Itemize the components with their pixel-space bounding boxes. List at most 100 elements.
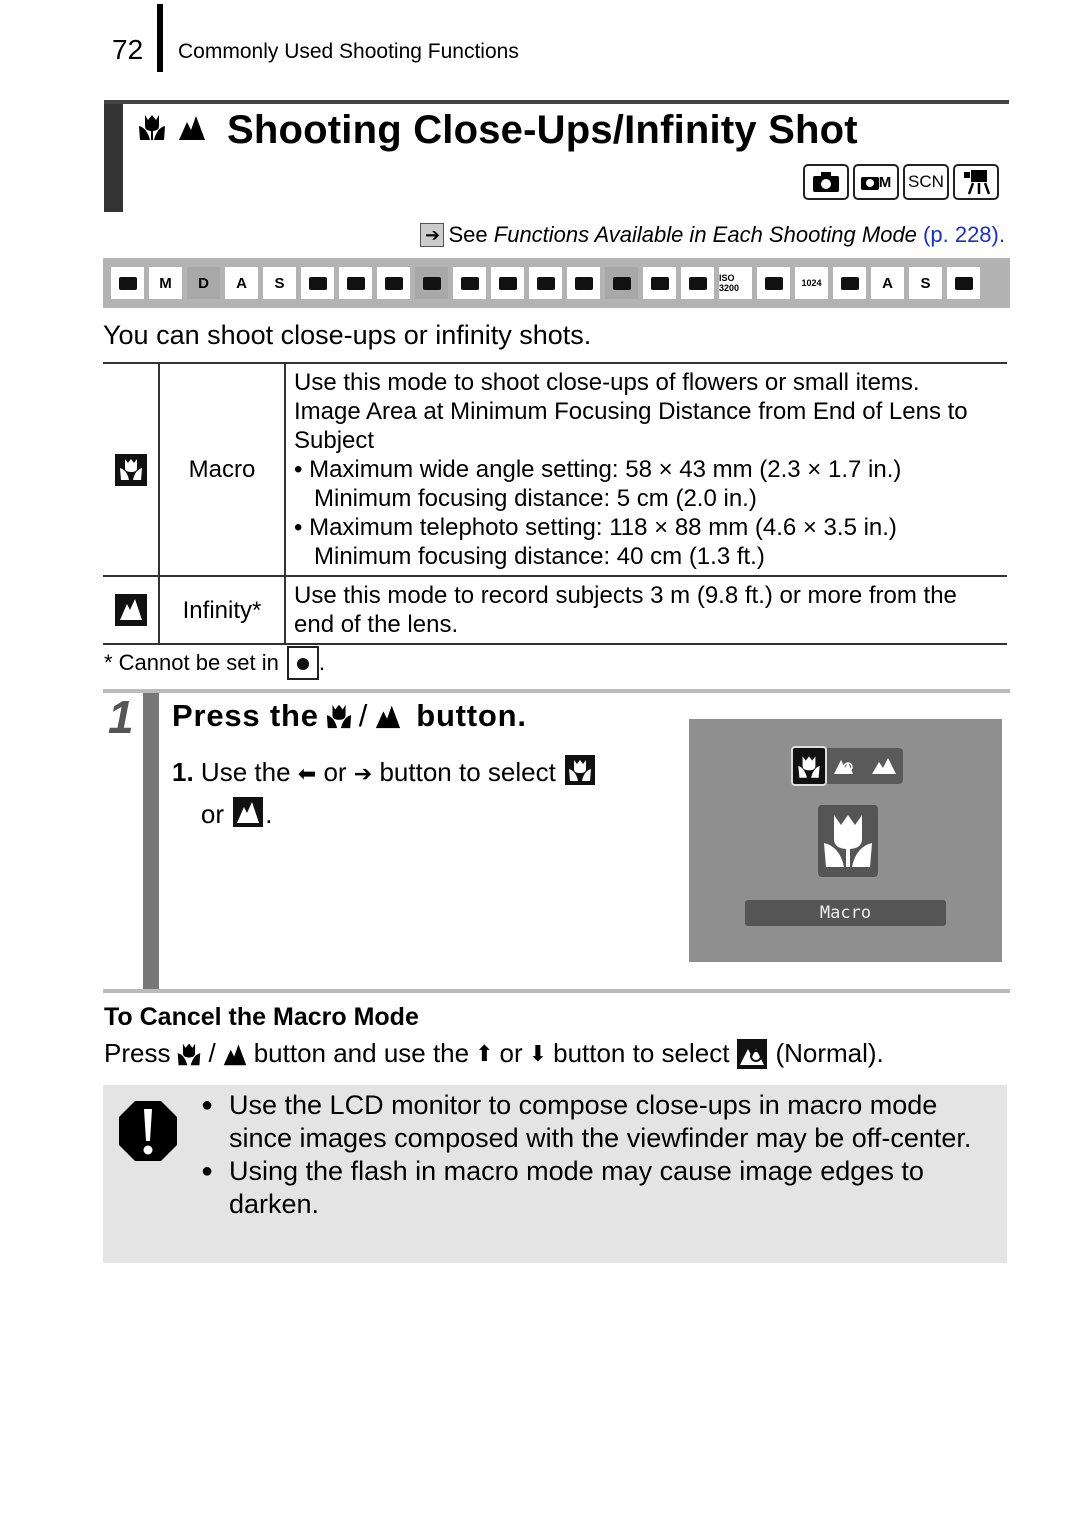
- mode-iso-3200-icon: ISO 3200: [719, 267, 752, 299]
- instr-or2: or: [200, 799, 225, 829]
- cross-reference: ➔ See Functions Available in Each Shooti…: [420, 222, 1005, 248]
- badge-label: SCN: [908, 172, 944, 191]
- macro-icon: [798, 756, 820, 778]
- table-row: Macro Use this mode to shoot close-ups of…: [103, 363, 1007, 576]
- mode-label: D: [198, 274, 209, 292]
- step-divider-bottom: [103, 989, 1010, 993]
- mode-description: Use this mode to shoot close-ups of flow…: [285, 363, 1007, 576]
- mode-fireworks-icon: [605, 267, 638, 299]
- mode-portrait-icon: [339, 267, 372, 299]
- step-number: 1: [108, 691, 134, 743]
- line-text: Image Area at Minimum Focusing Distance …: [294, 398, 968, 454]
- line-text: Use this mode to record subjects 3 m (9.…: [294, 582, 957, 638]
- description-line: • Maximum wide angle setting: 58 × 43 mm…: [294, 455, 999, 484]
- mode-movie-standard-icon: [757, 267, 790, 299]
- scene-badge: SCN: [903, 164, 949, 200]
- lcd-mode-label: Macro: [745, 900, 946, 926]
- see-suffix: .: [998, 222, 1005, 247]
- description-line: • Maximum telephoto setting: 118 × 88 mm…: [294, 513, 999, 542]
- description-line: Use this mode to shoot close-ups of flow…: [294, 368, 999, 397]
- mode-movie-1024-icon: 1024: [795, 267, 828, 299]
- mode-label: A: [882, 274, 893, 292]
- mode-movie-time-lapse-icon: [947, 267, 980, 299]
- line-text: Maximum telephoto setting: 118 × 88 mm (…: [309, 514, 897, 541]
- step-bar: [143, 693, 159, 989]
- mode-aquarium-icon: [643, 267, 676, 299]
- step-divider: [103, 689, 1010, 693]
- line-text: Minimum focusing distance: 5 cm (2.0 in.…: [314, 485, 757, 512]
- caution-item: Using the flash in macro mode may cause …: [201, 1155, 1001, 1221]
- caution-box: Use the LCD monitor to compose close-ups…: [103, 1085, 1007, 1263]
- description-line: Use this mode to record subjects 3 m (9.…: [294, 581, 999, 639]
- description-line: Minimum focusing distance: 40 cm (1.3 ft…: [294, 542, 999, 571]
- movie-badge: [953, 164, 999, 200]
- title-accent-bar: [104, 100, 123, 212]
- header-divider: [157, 4, 163, 72]
- cancel-instruction: Press / button and use the ⬆ or ⬇ button…: [104, 1038, 884, 1069]
- description-line: Image Area at Minimum Focusing Distance …: [294, 397, 999, 455]
- mode-icon-cell: [103, 576, 160, 644]
- page-link[interactable]: (p. 228): [923, 222, 999, 248]
- instruction-number: 1.: [172, 757, 194, 787]
- title-block: Shooting Close-Ups/Infinity Shot M SCN: [104, 100, 1009, 212]
- mode-underwater-icon: [681, 267, 714, 299]
- mode-movie-color-accent-icon: A: [871, 267, 904, 299]
- infinity-icon: [872, 758, 896, 774]
- step-title-prefix: Press the: [172, 698, 319, 733]
- mode-movie-compact-icon: [833, 267, 866, 299]
- mode-stitch-assist-icon: [301, 267, 334, 299]
- focus-mode-selector: [791, 746, 903, 786]
- line-text: Minimum focusing distance: 40 cm (1.3 ft…: [314, 543, 765, 570]
- instr-or1: or: [323, 757, 347, 787]
- auto-mode-icon: [286, 646, 319, 680]
- mode-snow-icon: [529, 267, 562, 299]
- line-text: Use this mode to shoot close-ups of flow…: [294, 369, 920, 396]
- mode-icon-cell: [103, 363, 160, 576]
- mode-beach-icon: [567, 267, 600, 299]
- see-prefix: See: [448, 222, 488, 247]
- arrow-up-icon: ⬆: [475, 1040, 494, 1066]
- camera-icon: [813, 172, 839, 192]
- macro-icon: [139, 115, 165, 140]
- normal-focus-tile-icon: [737, 1038, 768, 1069]
- mode-manual-icon: M: [149, 267, 182, 299]
- mode-name: Infinity*: [159, 576, 286, 644]
- step-title-suffix: button.: [416, 698, 527, 733]
- instr-end: .: [265, 799, 273, 829]
- bullet: •: [294, 514, 310, 541]
- cancel-heading: To Cancel the Macro Mode: [104, 1003, 419, 1031]
- mode-kids-pets-icon: [415, 267, 448, 299]
- mode-auto-icon: [111, 267, 144, 299]
- page-title: Shooting Close-Ups/Infinity Shot: [227, 108, 858, 152]
- cancel-end: button to select: [553, 1038, 730, 1068]
- arrow-right-icon: ➔: [353, 761, 373, 786]
- footnote: * Cannot be set in .: [104, 646, 325, 680]
- page-number: 72: [112, 34, 144, 65]
- infinity-icon: [114, 594, 147, 626]
- camera-icon: [860, 177, 879, 190]
- mode-color-accent-icon: A: [225, 267, 258, 299]
- mode-table: Macro Use this mode to shoot close-ups of…: [103, 362, 1007, 645]
- title-icons: [137, 112, 207, 142]
- infinity-icon: [223, 1043, 246, 1065]
- mode-label: A: [236, 274, 247, 292]
- title-rule: [104, 100, 1009, 104]
- badge-label: M: [878, 173, 892, 191]
- macro-icon: [114, 453, 147, 486]
- line-text: Maximum wide angle setting: 58 × 43 mm (…: [309, 456, 902, 483]
- camera-manual-badge: M: [853, 164, 899, 200]
- infinity-icon: [179, 116, 205, 140]
- mode-label: 1024: [801, 278, 822, 288]
- table-row: Infinity* Use this mode to record subject…: [103, 576, 1007, 644]
- footnote-text: * Cannot be set in: [104, 650, 279, 675]
- arrow-down-icon: ⬇: [528, 1040, 548, 1066]
- mode-label: S: [274, 274, 285, 292]
- macro-large-icon: [818, 805, 878, 877]
- mode-label: ISO 3200: [719, 273, 740, 293]
- macro-icon: [326, 704, 351, 729]
- cancel-slash: /: [208, 1038, 216, 1068]
- mode-indoor-icon: [453, 267, 486, 299]
- mode-color-swap-icon: S: [263, 267, 296, 299]
- caution-item: Use the LCD monitor to compose close-ups…: [201, 1089, 1001, 1155]
- mode-name: Macro: [159, 363, 286, 576]
